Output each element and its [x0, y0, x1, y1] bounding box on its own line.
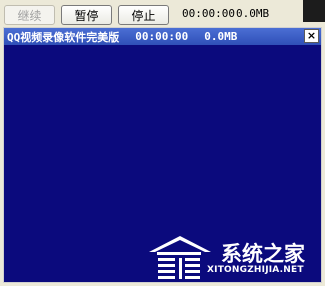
continue-button[interactable]: 继续	[4, 5, 55, 25]
watermark-text: 系统之家	[221, 242, 305, 266]
preview-time: 00:00:00	[135, 30, 189, 43]
recording-toolbar: 继续 暂停 停止 00:00:00 0.0MB	[0, 0, 325, 28]
stop-button[interactable]: 停止	[118, 5, 169, 25]
watermark-url: XITONGZHIJIA.NET	[207, 265, 304, 275]
preview-size: 0.0MB	[204, 30, 238, 43]
dark-corner	[303, 0, 325, 22]
close-icon: ×	[306, 29, 317, 42]
pause-button[interactable]: 暂停	[61, 5, 112, 25]
preview-title: QQ视频录像软件完美版	[7, 30, 120, 44]
close-button[interactable]: ×	[304, 29, 319, 43]
watermark: 系统之家 XITONGZHIJIA.NET	[147, 232, 323, 282]
file-size: 0.0MB	[236, 7, 270, 20]
preview-titlebar[interactable]: QQ视频录像软件完美版 00:00:00 0.0MB ×	[4, 28, 321, 45]
elapsed-time: 00:00:00	[182, 7, 235, 20]
